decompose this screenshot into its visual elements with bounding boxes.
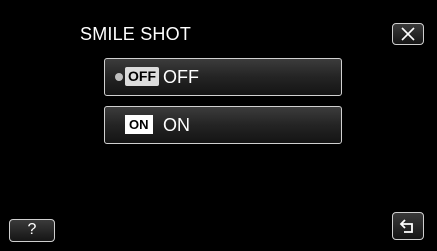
help-button[interactable]: ? <box>9 219 55 242</box>
back-button[interactable] <box>392 212 424 240</box>
option-on[interactable]: ON ON <box>104 106 342 144</box>
smile-shot-screen: SMILE SHOT OFF OFF ON ON ? <box>0 0 437 251</box>
on-badge: ON <box>125 115 153 134</box>
off-badge: OFF <box>125 67 159 86</box>
option-off-label: OFF <box>163 67 199 87</box>
return-arrow-icon <box>399 219 413 233</box>
option-on-label: ON <box>163 115 190 135</box>
close-icon <box>401 27 415 41</box>
selected-indicator-dot <box>115 73 123 81</box>
option-off[interactable]: OFF OFF <box>104 58 342 96</box>
close-button[interactable] <box>392 23 424 45</box>
page-title: SMILE SHOT <box>80 24 192 44</box>
